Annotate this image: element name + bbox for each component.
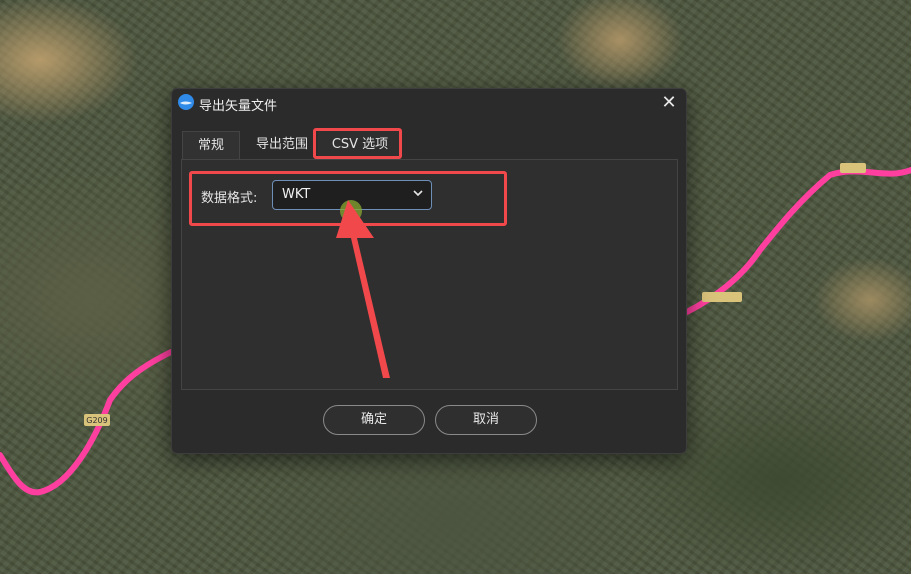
data-format-label: 数据格式:: [201, 191, 258, 206]
dialog-title: 导出矢量文件: [199, 99, 278, 114]
ok-button[interactable]: 确定: [323, 405, 425, 435]
tab-csv-options[interactable]: CSV 选项: [318, 131, 402, 159]
export-vector-dialog: 导出矢量文件 ✕ 常规 导出范围 CSV 选项 数据格式: WKT 确定 取消: [171, 88, 687, 454]
road-shield-label: G209: [86, 416, 107, 425]
cancel-button[interactable]: 取消: [435, 405, 537, 435]
road-shield-east: [840, 163, 866, 173]
app-logo-icon: [178, 94, 194, 110]
tab-general[interactable]: 常规: [182, 131, 240, 159]
data-format-select[interactable]: WKT: [272, 180, 432, 210]
data-format-value: WKT: [282, 187, 311, 202]
highway-route-east: [684, 167, 911, 315]
close-icon[interactable]: ✕: [658, 92, 680, 114]
chevron-down-icon: [413, 190, 423, 197]
road-shield-mid: [702, 292, 742, 302]
tab-export-range[interactable]: 导出范围: [246, 131, 318, 159]
dialog-titlebar: 导出矢量文件 ✕: [172, 89, 686, 117]
